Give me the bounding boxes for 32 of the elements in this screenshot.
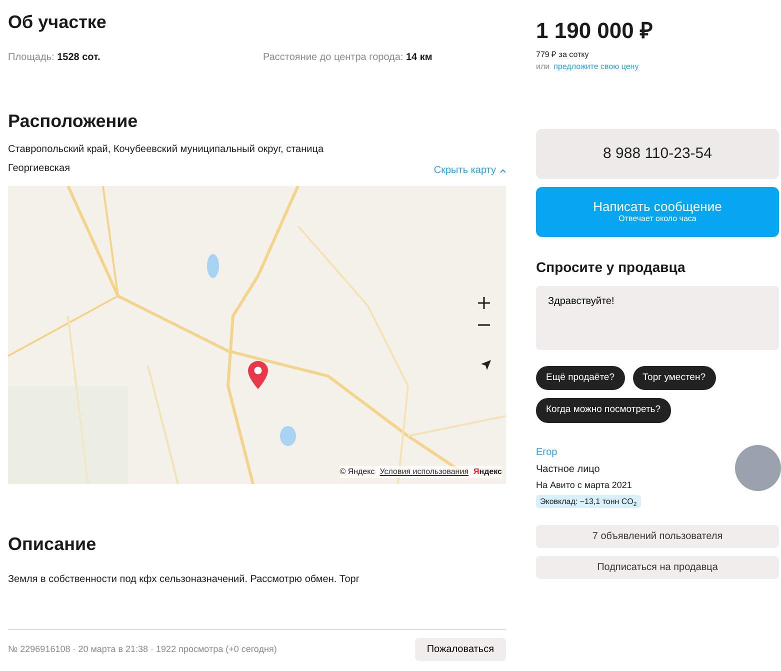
price-per-unit: 779 ₽ за сотку — [536, 49, 590, 61]
section-title: Об участке — [8, 12, 108, 34]
caret-icon — [500, 168, 506, 173]
seller-type: Частное лицо — [536, 462, 601, 476]
section-title: Описание — [8, 534, 98, 556]
parameter-text: Расстояние до центра города: 14 км — [263, 50, 432, 65]
zoom-out-icon[interactable] — [477, 323, 491, 328]
phone-button[interactable]: 8 988 110-23-54 — [536, 129, 779, 179]
section-title: Расположение — [8, 110, 139, 132]
terms-link[interactable]: Условия использования — [380, 466, 469, 478]
address-text: Ставропольский край, Кочубеевский муниципальный округ, станица Георгиевская — [8, 143, 325, 176]
suggestion-chip[interactable]: Торг уместен? — [632, 366, 716, 390]
map-logo: Яндекс — [474, 466, 502, 478]
map-attribution: © Яндекс — [340, 466, 375, 478]
parameter-text: Площадь: 1528 сот. — [8, 50, 102, 65]
suggestion-chip[interactable]: Когда можно посмотреть? — [536, 398, 671, 422]
offer-prefix: или — [536, 61, 550, 73]
map-pin-icon — [248, 361, 268, 390]
seller-action-button[interactable]: 7 объявлений пользователя — [536, 525, 779, 548]
seller-action-button[interactable]: Подписаться на продавца — [536, 556, 779, 579]
suggestion-chip[interactable]: Ещё продаёте? — [536, 366, 624, 390]
report-button[interactable]: Пожаловаться — [414, 638, 506, 661]
eco-badge: Эковклад: −13,1 тонн CO$_{2}$ — [536, 495, 641, 508]
description-text: Земля в собственности под кфх сельзоназначений. Рассмотрю обмен. Торг — [8, 572, 360, 587]
price: 1 190 000 ₽ — [536, 17, 654, 45]
seller-since: На Авито с марта 2021 — [536, 478, 633, 492]
message-field[interactable]: Здравствуйте! — [536, 286, 779, 350]
listing-meta: № 2296916108 · 20 марта в 21:38 · 1922 просмотра (+0 сегодня) — [8, 642, 277, 656]
zoom-in-icon[interactable] — [477, 296, 491, 310]
avatar-placeholder — [735, 444, 781, 490]
section-title: Спросите у продавца — [536, 258, 686, 277]
location-arrow-icon[interactable] — [480, 359, 492, 372]
